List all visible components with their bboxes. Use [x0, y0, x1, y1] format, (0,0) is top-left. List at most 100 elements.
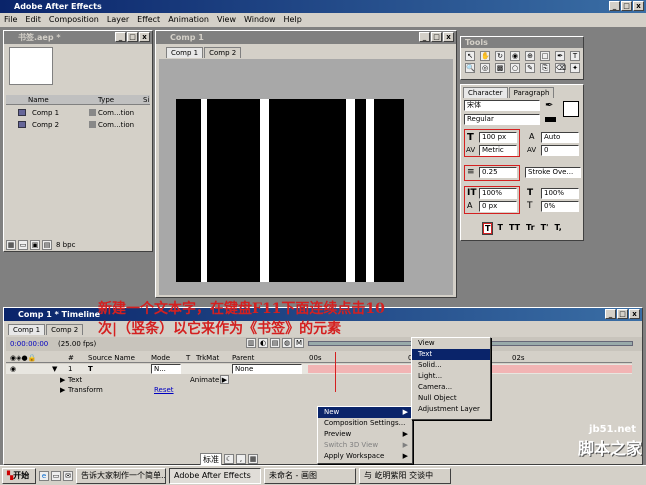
pen-tool-icon[interactable]: ✒ — [555, 51, 565, 61]
col-trkmat[interactable]: TrkMat — [196, 353, 219, 363]
baseline-shift-field[interactable]: 0 px — [479, 201, 517, 212]
character-tab-2[interactable]: Paragraph — [508, 87, 555, 98]
ime-mode-label[interactable]: 标准 — [200, 452, 222, 466]
tsume-field[interactable]: 0% — [541, 201, 579, 212]
context-menu-item-preview[interactable]: Preview ▶ — [318, 429, 412, 440]
text-format-button-3[interactable]: TT — [508, 223, 521, 234]
ime-keyboard-icon[interactable]: ▦ — [248, 454, 258, 464]
context-menu-item-switch-3d-view[interactable]: Switch 3D View ▶ — [318, 440, 412, 451]
brush-tool-icon[interactable]: ✎ — [525, 63, 535, 73]
col-t[interactable]: T — [186, 353, 190, 363]
new-comp-icon[interactable]: ▣ — [30, 239, 40, 250]
layer-row[interactable]: ◉ ▼ 1 T N... None — [6, 364, 632, 374]
col-mode[interactable]: Mode — [151, 353, 170, 363]
rotate-tool-icon[interactable]: ↻ — [495, 51, 505, 61]
project-item[interactable]: Comp 1 Com...tion — [6, 107, 150, 119]
text-property-row[interactable]: ▶ Text Animate: ▶ — [6, 375, 306, 385]
project-maximize-button[interactable]: □ — [127, 32, 138, 42]
character-tab-1[interactable]: Character — [463, 87, 508, 98]
horizontal-scale-field[interactable]: 100% — [541, 188, 579, 199]
new-folder-icon[interactable]: ▭ — [18, 239, 28, 250]
timeline-tab-2[interactable]: Comp 2 — [46, 324, 84, 335]
font-style-field[interactable]: Regular — [464, 114, 540, 125]
project-col-size[interactable]: Si — [143, 95, 149, 105]
comp-minimize-button[interactable]: _ — [419, 32, 430, 42]
stroke-width-field[interactable]: 0.25 — [479, 167, 517, 178]
taskbar-item-paint[interactable]: 未命名 - 画图 — [264, 467, 356, 484]
text-format-button-4[interactable]: Tr — [525, 223, 536, 234]
desktop-icon[interactable]: ▭ — [51, 470, 61, 481]
hide-shy-icon[interactable]: ◐ — [258, 338, 268, 348]
font-family-field[interactable]: 宋体 — [464, 100, 540, 111]
context-menu-item-new[interactable]: New ▶ — [318, 407, 412, 418]
puppet-tool-icon[interactable]: ✦ — [570, 63, 580, 73]
ellipse-tool-icon[interactable]: ○ — [510, 63, 520, 73]
bpc-label[interactable]: 8 bpc — [56, 241, 75, 249]
leading-field[interactable]: Auto — [541, 132, 579, 143]
kerning-field[interactable]: Metric — [479, 145, 517, 156]
text-format-button-2[interactable]: T — [496, 223, 503, 234]
frame-blend-icon[interactable]: ▤ — [270, 338, 280, 348]
close-button[interactable]: x — [633, 1, 644, 11]
text-format-button-5[interactable]: T' — [540, 223, 550, 234]
start-button[interactable]: ▚开始 — [2, 467, 36, 484]
eyedropper-icon[interactable]: ✒ — [545, 100, 553, 111]
project-close-button[interactable]: x — [139, 32, 150, 42]
submenu-item-solid[interactable]: Solid... — [412, 360, 490, 371]
markers-icon[interactable]: M — [294, 338, 304, 348]
orbit-tool-icon[interactable]: ◎ — [480, 63, 490, 73]
vertical-scale-field[interactable]: 100% — [479, 188, 517, 199]
layer-eye-icon[interactable]: ◉ — [10, 364, 16, 374]
context-menu-item-apply-workspace[interactable]: Apply Workspace ▶ — [318, 451, 412, 462]
menu-window[interactable]: Window — [244, 13, 276, 27]
clone-tool-icon[interactable]: ⎘ — [540, 63, 550, 73]
submenu-item-null-object[interactable]: Null Object — [412, 393, 490, 404]
menu-layer[interactable]: Layer — [107, 13, 129, 27]
tracking-field[interactable]: 0 — [541, 145, 579, 156]
menu-effect[interactable]: Effect — [137, 13, 160, 27]
zoom-tool-icon[interactable]: 🔍 — [465, 63, 475, 73]
timecode-display[interactable]: 0:00:00:00 — [10, 337, 48, 351]
text-format-button-1[interactable]: T — [481, 222, 494, 235]
submenu-item-view[interactable]: View — [412, 338, 490, 349]
menu-edit[interactable]: Edit — [25, 13, 41, 27]
text-tool-icon[interactable]: T — [570, 51, 580, 61]
motion-blur-icon[interactable]: ◍ — [282, 338, 292, 348]
taskbar-item-browser[interactable]: 告诉大家制作一个简单... — [76, 467, 166, 484]
timeline-close-button[interactable]: x — [629, 309, 640, 319]
taskbar-item-after-effects[interactable]: Adobe After Effects — [169, 467, 261, 484]
ie-icon[interactable]: e — [39, 470, 49, 481]
submenu-item-camera[interactable]: Camera... — [412, 382, 490, 393]
project-item[interactable]: Comp 2 Com...tion — [6, 119, 150, 131]
taskbar-item-chat[interactable]: 与 屹明紫阳 交谈中 — [359, 467, 451, 484]
ime-punct-icon[interactable]: , — [236, 454, 246, 464]
hand-tool-icon[interactable]: ✋ — [480, 51, 490, 61]
project-col-name[interactable]: Name — [28, 95, 49, 105]
col-source-name[interactable]: Source Name — [88, 353, 135, 363]
mask-tool-icon[interactable]: □ — [540, 51, 550, 61]
context-menu-item-composition-settings[interactable]: Composition Settings... — [318, 418, 412, 429]
col-number[interactable]: # — [68, 353, 74, 363]
ime-moon-icon[interactable]: ☾ — [224, 454, 234, 464]
transform-reset-link[interactable]: Reset — [154, 385, 174, 395]
eraser-tool-icon[interactable]: ⌫ — [555, 63, 566, 73]
project-minimize-button[interactable]: _ — [115, 32, 126, 42]
timeline-tab-1[interactable]: Comp 1 — [8, 324, 46, 335]
comp-maximize-button[interactable]: □ — [431, 32, 442, 42]
stroke-color-swatch[interactable] — [545, 117, 556, 122]
camera-tool-icon[interactable]: ◉ — [510, 51, 520, 61]
comp-tab-2[interactable]: Comp 2 — [204, 47, 242, 58]
submenu-item-text[interactable]: Text — [412, 349, 490, 360]
menu-help[interactable]: Help — [284, 13, 302, 27]
current-time-indicator[interactable] — [335, 352, 336, 392]
submenu-item-adjustment-layer[interactable]: Adjustment Layer — [412, 404, 490, 415]
font-size-field[interactable]: 100 px — [479, 132, 517, 143]
track-tool-icon[interactable]: ▩ — [495, 63, 505, 73]
comp-canvas[interactable] — [176, 99, 404, 282]
stroke-mode-select[interactable]: Stroke Ove... — [525, 167, 581, 178]
transform-property-row[interactable]: ▶ Transform Reset — [6, 385, 306, 395]
outlook-icon[interactable]: ✉ — [63, 470, 73, 481]
minimize-button[interactable]: _ — [609, 1, 620, 11]
pan-behind-tool-icon[interactable]: ⊕ — [525, 51, 535, 61]
submenu-item-light[interactable]: Light... — [412, 371, 490, 382]
